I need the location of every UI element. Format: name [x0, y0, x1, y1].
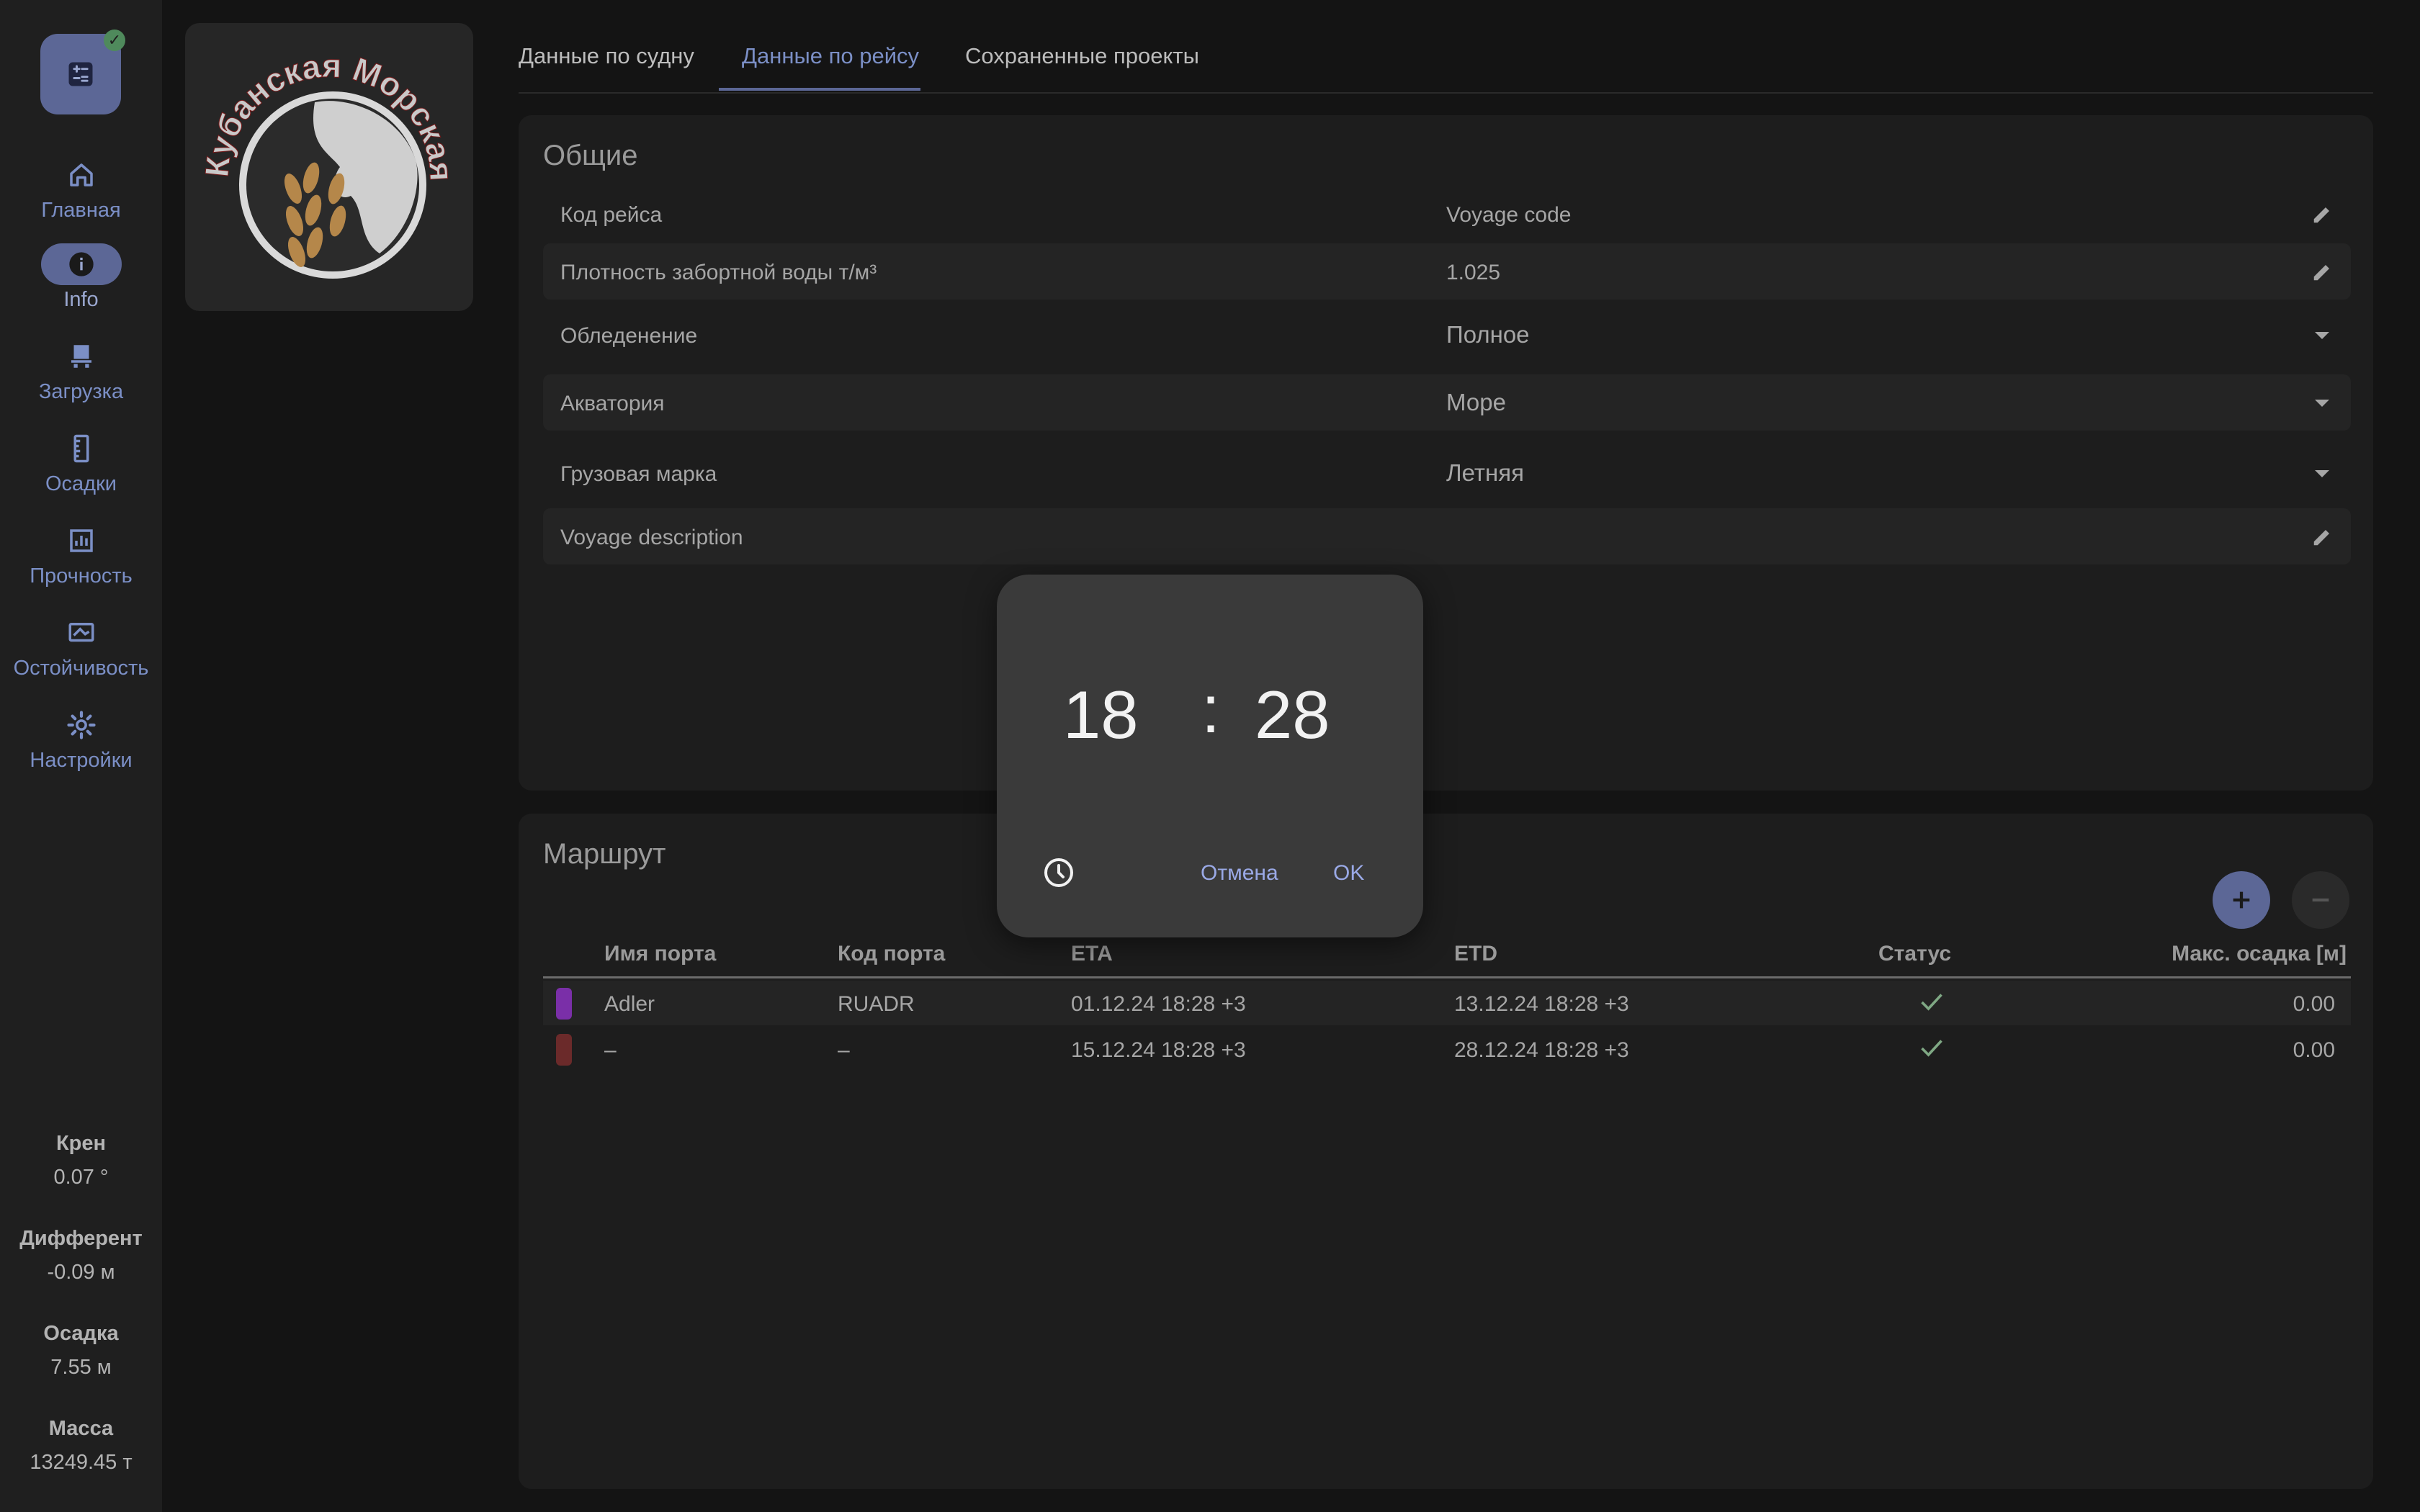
hours-value[interactable]: 18	[1063, 681, 1139, 749]
ok-button[interactable]: OK	[1333, 861, 1364, 886]
time-picker-dialog: 18 : 28 Отмена OK	[997, 575, 1423, 937]
minutes-value[interactable]: 28	[1255, 681, 1330, 749]
clock-icon[interactable]	[1041, 855, 1076, 890]
cancel-button[interactable]: Отмена	[1201, 861, 1278, 886]
time-separator: :	[1201, 671, 1221, 747]
